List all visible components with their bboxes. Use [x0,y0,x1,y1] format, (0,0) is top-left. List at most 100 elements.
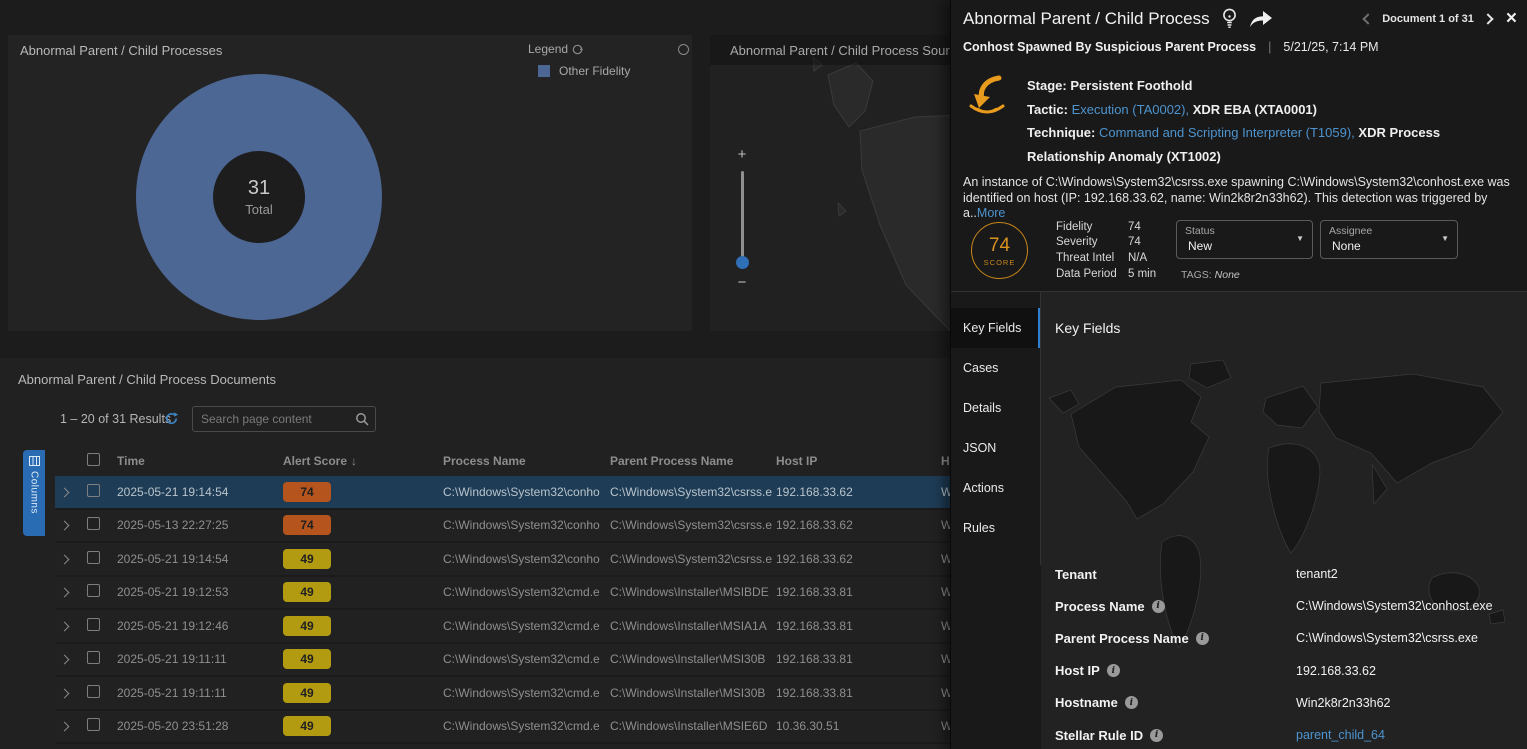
previous-document-icon[interactable] [1363,13,1374,24]
info-icon[interactable]: i [1125,696,1138,709]
expand-row-icon[interactable] [55,585,83,599]
cell-alert-score: 49 [283,649,443,669]
cell-time: 2025-05-21 19:11:11 [117,686,283,700]
map-zoom-slider-handle[interactable] [736,256,749,269]
map-zoom-out-button[interactable]: − [732,275,752,291]
kill-chain-stage-icon [965,74,1009,116]
table-row[interactable]: 2025-05-13 22:27:2574C:\Windows\System32… [55,510,956,544]
row-checkbox[interactable] [83,618,117,634]
stat-label: Data Period [1056,268,1128,280]
tab-cases[interactable]: Cases [951,348,1040,388]
tab-actions[interactable]: Actions [951,468,1040,508]
expand-row-icon[interactable] [55,619,83,633]
header-host-ip[interactable]: Host IP [776,454,941,468]
tags-row: TAGS: None [1181,269,1240,281]
columns-button-label: Columns [29,471,40,514]
table-row[interactable]: 2025-05-21 19:11:1149C:\Windows\System32… [55,677,956,711]
stat-row: Data Period5 min [1056,266,1156,282]
status-dropdown[interactable]: Status New ▼ [1176,220,1313,259]
alert-detail-panel: Abnormal Parent / Child Process Document… [950,0,1527,749]
header-alert-score[interactable]: Alert Score↓ [283,454,443,468]
next-document-icon[interactable] [1482,13,1493,24]
table-row[interactable]: 2025-05-21 19:11:1149C:\Windows\System32… [55,644,956,678]
key-field-label: Process Namei [1055,599,1296,614]
donut-total-label: Total [245,202,272,217]
row-checkbox[interactable] [83,584,117,600]
select-all-checkbox[interactable] [83,453,117,469]
table-row[interactable]: 2025-05-21 19:14:5474C:\Windows\System32… [55,476,956,510]
stat-label: Severity [1056,236,1128,248]
expand-row-icon[interactable] [55,686,83,700]
detail-title: Abnormal Parent / Child Process [963,9,1210,29]
cell-alert-score: 49 [283,716,443,736]
expand-row-icon[interactable] [55,485,83,499]
key-field-label: Stellar Rule IDi [1055,728,1296,743]
refresh-icon[interactable] [164,411,179,426]
expand-row-icon[interactable] [55,652,83,666]
row-checkbox[interactable] [83,484,117,500]
row-checkbox[interactable] [83,685,117,701]
row-checkbox[interactable] [83,551,117,567]
share-icon[interactable] [1249,9,1273,28]
panel-options-icon[interactable] [678,44,689,55]
table-row[interactable]: 2025-05-21 19:14:5449C:\Windows\System32… [55,543,956,577]
info-icon[interactable]: i [1107,664,1120,677]
table-row[interactable]: 2025-05-21 19:12:5349C:\Windows\System32… [55,577,956,611]
header-time[interactable]: Time [117,454,283,468]
stat-row: Fidelity74 [1056,219,1156,235]
cell-time: 2025-05-13 22:27:25 [117,518,283,532]
search-input[interactable] [201,412,355,426]
row-checkbox[interactable] [83,718,117,734]
header-parent-process-name[interactable]: Parent Process Name [610,454,776,468]
close-icon[interactable]: × [1506,11,1517,27]
table-header-row: Time Alert Score↓ Process Name Parent Pr… [55,446,956,476]
stat-row: Severity74 [1056,235,1156,251]
tab-rules[interactable]: Rules [951,508,1040,548]
stat-value: 74 [1128,236,1156,248]
score-label: SCORE [984,258,1016,267]
info-icon[interactable]: i [1196,632,1209,645]
table-columns-icon [29,456,40,466]
expand-row-icon[interactable] [55,552,83,566]
map-zoom-in-button[interactable]: + [732,147,752,163]
technique-link[interactable]: Command and Scripting Interpreter (T1059… [1099,125,1355,140]
tab-json[interactable]: JSON [951,428,1040,468]
stat-label: Fidelity [1056,221,1128,233]
info-icon[interactable]: i [1150,729,1163,742]
donut-chart[interactable]: 31 Total [136,74,382,320]
table-row[interactable]: 2025-05-20 23:51:2849C:\Windows\System32… [55,711,956,745]
expand-row-icon[interactable] [55,518,83,532]
cell-time: 2025-05-21 19:12:46 [117,619,283,633]
more-link[interactable]: More [977,206,1005,220]
legend-item[interactable]: Other Fidelity [538,64,630,78]
info-icon[interactable]: i [1152,600,1165,613]
cell-alert-score: 74 [283,482,443,502]
columns-button[interactable]: Columns [23,450,45,536]
search-icon[interactable] [355,412,369,426]
cell-alert-score: 49 [283,549,443,569]
tactic-link[interactable]: Execution (TA0002), [1072,102,1190,117]
cell-alert-score: 49 [283,616,443,636]
cell-time: 2025-05-21 19:12:53 [117,585,283,599]
key-field-row: Host IPi192.168.33.62 [1041,655,1527,687]
table-row[interactable]: 2025-05-21 19:12:4649C:\Windows\System32… [55,610,956,644]
tab-key-fields[interactable]: Key Fields [951,308,1040,348]
map-zoom-slider[interactable] [741,171,744,267]
score-value: 74 [989,235,1010,257]
key-field-value: C:\Windows\System32\conhost.exe [1296,599,1527,613]
tab-details[interactable]: Details [951,388,1040,428]
donut-center: 31 Total [213,151,305,243]
alert-timestamp: 5/21/25, 7:14 PM [1283,40,1378,54]
documents-section: Abnormal Parent / Child Process Document… [0,358,956,749]
key-field-value-link[interactable]: parent_child_64 [1296,728,1527,742]
expand-row-icon[interactable] [55,719,83,733]
detail-tabs: Key FieldsCasesDetailsJSONActionsRules [951,292,1041,565]
legend-refresh-icon[interactable] [572,44,583,55]
row-checkbox[interactable] [83,517,117,533]
cell-host-ip: 192.168.33.81 [776,619,941,633]
cell-time: 2025-05-21 19:11:11 [117,652,283,666]
header-process-name[interactable]: Process Name [443,454,610,468]
lightbulb-icon[interactable] [1222,8,1237,29]
assignee-dropdown[interactable]: Assignee None ▼ [1320,220,1458,259]
row-checkbox[interactable] [83,651,117,667]
